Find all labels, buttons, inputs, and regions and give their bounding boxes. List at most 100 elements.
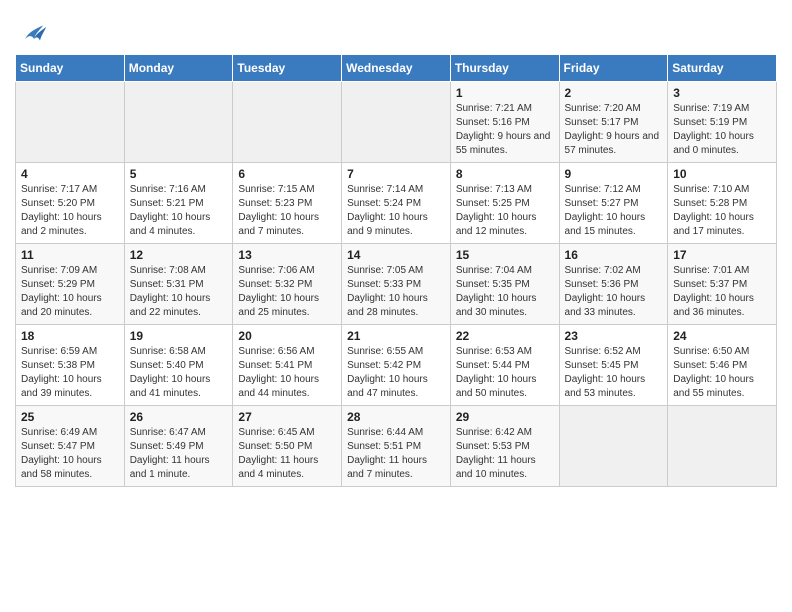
day-number: 12 bbox=[130, 248, 228, 262]
day-number: 27 bbox=[238, 410, 336, 424]
day-number: 13 bbox=[238, 248, 336, 262]
calendar-cell: 25 Sunrise: 6:49 AM Sunset: 5:47 PM Dayli… bbox=[16, 406, 125, 487]
weekday-header: Saturday bbox=[668, 55, 777, 82]
calendar-cell: 24Sunrise: 6:50 AM Sunset: 5:46 PM Dayli… bbox=[668, 325, 777, 406]
calendar-week-row: 18Sunrise: 6:59 AM Sunset: 5:38 PM Dayli… bbox=[16, 325, 777, 406]
calendar-cell: 16 Sunrise: 7:02 AM Sunset: 5:36 PM Dayli… bbox=[559, 244, 668, 325]
calendar-cell: 2 Sunrise: 7:20 AM Sunset: 5:17 PM Daylig… bbox=[559, 82, 668, 163]
calendar-cell bbox=[233, 82, 342, 163]
day-info: Sunrise: 6:53 AM Sunset: 5:44 PM Dayligh… bbox=[456, 345, 554, 401]
day-number: 14 bbox=[347, 248, 445, 262]
day-number: 17 bbox=[673, 248, 771, 262]
calendar-cell: 6Sunrise: 7:15 AM Sunset: 5:23 PM Daylig… bbox=[233, 163, 342, 244]
day-number: 19 bbox=[130, 329, 228, 343]
day-info: Sunrise: 7:15 AM Sunset: 5:23 PM Dayligh… bbox=[238, 183, 336, 239]
day-number: 5 bbox=[130, 167, 228, 181]
day-number: 23 bbox=[565, 329, 663, 343]
calendar-cell: 1Sunrise: 7:21 AM Sunset: 5:16 PM Daylig… bbox=[450, 82, 559, 163]
day-info: Sunrise: 7:19 AM Sunset: 5:19 PM Dayligh… bbox=[673, 102, 771, 158]
day-number: 8 bbox=[456, 167, 554, 181]
day-info: Sunrise: 7:05 AM Sunset: 5:33 PM Dayligh… bbox=[347, 264, 445, 320]
calendar-cell: 11 Sunrise: 7:09 AM Sunset: 5:29 PM Dayli… bbox=[16, 244, 125, 325]
calendar-cell: 29Sunrise: 6:42 AM Sunset: 5:53 PM Dayli… bbox=[450, 406, 559, 487]
calendar-cell: 28 Sunrise: 6:44 AM Sunset: 5:51 PM Dayli… bbox=[342, 406, 451, 487]
weekday-header: Thursday bbox=[450, 55, 559, 82]
calendar-cell bbox=[16, 82, 125, 163]
day-number: 24 bbox=[673, 329, 771, 343]
day-number: 28 bbox=[347, 410, 445, 424]
page-header bbox=[15, 10, 777, 48]
day-info: Sunrise: 6:44 AM Sunset: 5:51 PM Dayligh… bbox=[347, 426, 445, 482]
calendar-cell: 18Sunrise: 6:59 AM Sunset: 5:38 PM Dayli… bbox=[16, 325, 125, 406]
day-number: 15 bbox=[456, 248, 554, 262]
calendar-cell bbox=[668, 406, 777, 487]
weekday-header: Sunday bbox=[16, 55, 125, 82]
calendar-cell: 27 Sunrise: 6:45 AM Sunset: 5:50 PM Dayli… bbox=[233, 406, 342, 487]
day-info: Sunrise: 6:56 AM Sunset: 5:41 PM Dayligh… bbox=[238, 345, 336, 401]
day-info: Sunrise: 7:13 AM Sunset: 5:25 PM Dayligh… bbox=[456, 183, 554, 239]
calendar-cell: 7 Sunrise: 7:14 AM Sunset: 5:24 PM Daylig… bbox=[342, 163, 451, 244]
calendar-week-row: 11 Sunrise: 7:09 AM Sunset: 5:29 PM Dayli… bbox=[16, 244, 777, 325]
calendar-week-row: 25 Sunrise: 6:49 AM Sunset: 5:47 PM Dayli… bbox=[16, 406, 777, 487]
day-info: Sunrise: 7:20 AM Sunset: 5:17 PM Dayligh… bbox=[565, 102, 663, 158]
calendar-week-row: 1Sunrise: 7:21 AM Sunset: 5:16 PM Daylig… bbox=[16, 82, 777, 163]
day-info: Sunrise: 6:47 AM Sunset: 5:49 PM Dayligh… bbox=[130, 426, 228, 482]
day-info: Sunrise: 7:21 AM Sunset: 5:16 PM Dayligh… bbox=[456, 102, 554, 158]
weekday-header: Friday bbox=[559, 55, 668, 82]
calendar-cell: 17 Sunrise: 7:01 AM Sunset: 5:37 PM Dayli… bbox=[668, 244, 777, 325]
calendar-table: SundayMondayTuesdayWednesdayThursdayFrid… bbox=[15, 54, 777, 487]
calendar-cell: 9Sunrise: 7:12 AM Sunset: 5:27 PM Daylig… bbox=[559, 163, 668, 244]
day-info: Sunrise: 6:45 AM Sunset: 5:50 PM Dayligh… bbox=[238, 426, 336, 482]
calendar-week-row: 4 Sunrise: 7:17 AM Sunset: 5:20 PM Daylig… bbox=[16, 163, 777, 244]
day-number: 2 bbox=[565, 86, 663, 100]
calendar-cell: 4 Sunrise: 7:17 AM Sunset: 5:20 PM Daylig… bbox=[16, 163, 125, 244]
calendar-cell: 5 Sunrise: 7:16 AM Sunset: 5:21 PM Daylig… bbox=[124, 163, 233, 244]
day-number: 21 bbox=[347, 329, 445, 343]
day-info: Sunrise: 7:06 AM Sunset: 5:32 PM Dayligh… bbox=[238, 264, 336, 320]
day-info: Sunrise: 7:14 AM Sunset: 5:24 PM Dayligh… bbox=[347, 183, 445, 239]
calendar-cell: 8 Sunrise: 7:13 AM Sunset: 5:25 PM Daylig… bbox=[450, 163, 559, 244]
day-info: Sunrise: 7:01 AM Sunset: 5:37 PM Dayligh… bbox=[673, 264, 771, 320]
day-info: Sunrise: 6:55 AM Sunset: 5:42 PM Dayligh… bbox=[347, 345, 445, 401]
calendar-cell bbox=[342, 82, 451, 163]
weekday-header: Monday bbox=[124, 55, 233, 82]
calendar-cell: 14 Sunrise: 7:05 AM Sunset: 5:33 PM Dayli… bbox=[342, 244, 451, 325]
calendar-cell: 3 Sunrise: 7:19 AM Sunset: 5:19 PM Daylig… bbox=[668, 82, 777, 163]
day-number: 18 bbox=[21, 329, 119, 343]
calendar-cell bbox=[124, 82, 233, 163]
day-info: Sunrise: 7:16 AM Sunset: 5:21 PM Dayligh… bbox=[130, 183, 228, 239]
weekday-header: Wednesday bbox=[342, 55, 451, 82]
day-number: 22 bbox=[456, 329, 554, 343]
day-info: Sunrise: 7:02 AM Sunset: 5:36 PM Dayligh… bbox=[565, 264, 663, 320]
calendar-cell: 19 Sunrise: 6:58 AM Sunset: 5:40 PM Dayli… bbox=[124, 325, 233, 406]
logo bbox=[15, 18, 49, 48]
calendar-cell: 10 Sunrise: 7:10 AM Sunset: 5:28 PM Dayli… bbox=[668, 163, 777, 244]
day-number: 25 bbox=[21, 410, 119, 424]
calendar-cell: 12Sunrise: 7:08 AM Sunset: 5:31 PM Dayli… bbox=[124, 244, 233, 325]
calendar-cell: 26Sunrise: 6:47 AM Sunset: 5:49 PM Dayli… bbox=[124, 406, 233, 487]
day-info: Sunrise: 6:58 AM Sunset: 5:40 PM Dayligh… bbox=[130, 345, 228, 401]
day-number: 29 bbox=[456, 410, 554, 424]
calendar-cell bbox=[559, 406, 668, 487]
day-info: Sunrise: 7:04 AM Sunset: 5:35 PM Dayligh… bbox=[456, 264, 554, 320]
calendar-cell: 15 Sunrise: 7:04 AM Sunset: 5:35 PM Dayli… bbox=[450, 244, 559, 325]
day-number: 3 bbox=[673, 86, 771, 100]
day-info: Sunrise: 6:52 AM Sunset: 5:45 PM Dayligh… bbox=[565, 345, 663, 401]
day-number: 16 bbox=[565, 248, 663, 262]
day-info: Sunrise: 6:49 AM Sunset: 5:47 PM Dayligh… bbox=[21, 426, 119, 482]
calendar-cell: 22 Sunrise: 6:53 AM Sunset: 5:44 PM Dayli… bbox=[450, 325, 559, 406]
day-info: Sunrise: 7:09 AM Sunset: 5:29 PM Dayligh… bbox=[21, 264, 119, 320]
calendar-cell: 13 Sunrise: 7:06 AM Sunset: 5:32 PM Dayli… bbox=[233, 244, 342, 325]
day-number: 9 bbox=[565, 167, 663, 181]
day-number: 11 bbox=[21, 248, 119, 262]
calendar-header-row: SundayMondayTuesdayWednesdayThursdayFrid… bbox=[16, 55, 777, 82]
logo-bird-icon bbox=[19, 18, 49, 48]
calendar-cell: 23 Sunrise: 6:52 AM Sunset: 5:45 PM Dayli… bbox=[559, 325, 668, 406]
calendar-cell: 20 Sunrise: 6:56 AM Sunset: 5:41 PM Dayli… bbox=[233, 325, 342, 406]
day-number: 20 bbox=[238, 329, 336, 343]
day-info: Sunrise: 7:17 AM Sunset: 5:20 PM Dayligh… bbox=[21, 183, 119, 239]
day-number: 4 bbox=[21, 167, 119, 181]
day-number: 7 bbox=[347, 167, 445, 181]
day-number: 10 bbox=[673, 167, 771, 181]
day-info: Sunrise: 7:10 AM Sunset: 5:28 PM Dayligh… bbox=[673, 183, 771, 239]
